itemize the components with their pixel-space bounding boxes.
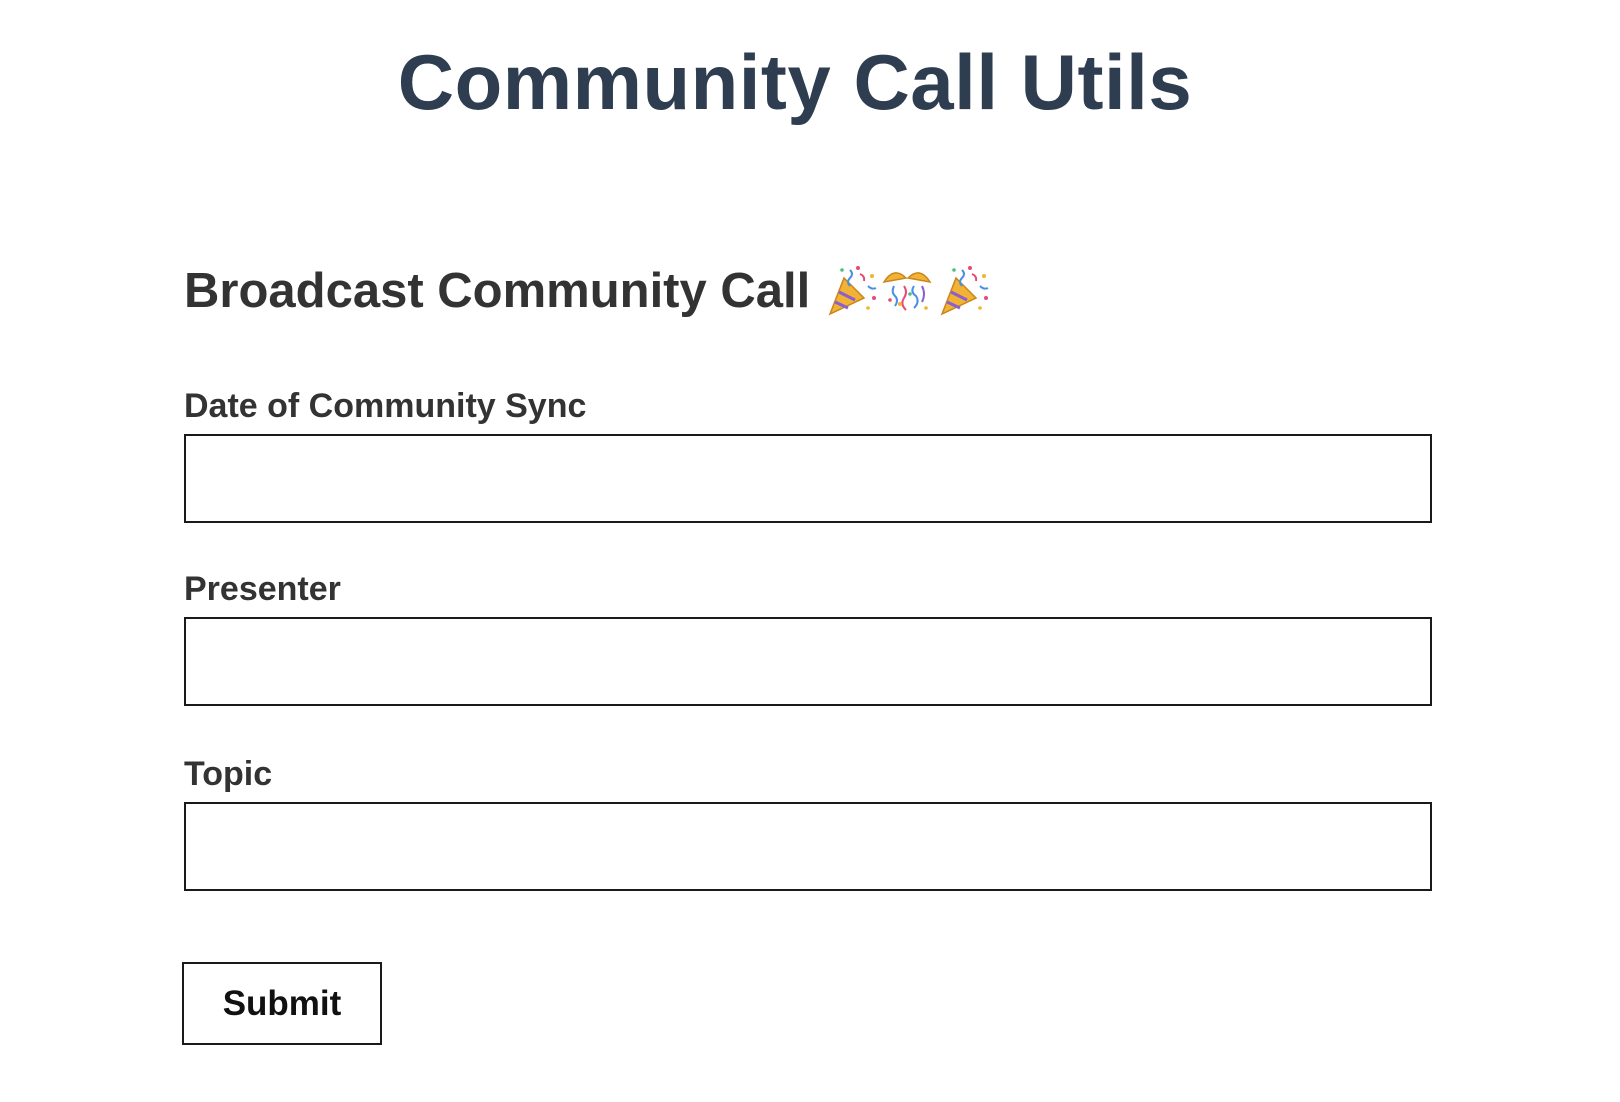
date-input[interactable]	[184, 434, 1432, 523]
presenter-label: Presenter	[184, 570, 341, 608]
form-heading: Broadcast Community Call	[184, 262, 990, 321]
form-heading-text: Broadcast Community Call	[184, 264, 811, 318]
confetti-ball-icon	[882, 272, 932, 312]
date-label: Date of Community Sync	[184, 387, 587, 425]
party-popper-icon	[828, 266, 877, 316]
presenter-input[interactable]	[184, 617, 1432, 706]
page-title: Community Call Utils	[397, 38, 1193, 126]
topic-label: Topic	[184, 755, 273, 793]
topic-input[interactable]	[184, 802, 1432, 891]
party-popper-icon	[940, 266, 989, 316]
celebration-emojis	[824, 264, 990, 318]
submit-button[interactable]: Submit	[182, 962, 382, 1045]
